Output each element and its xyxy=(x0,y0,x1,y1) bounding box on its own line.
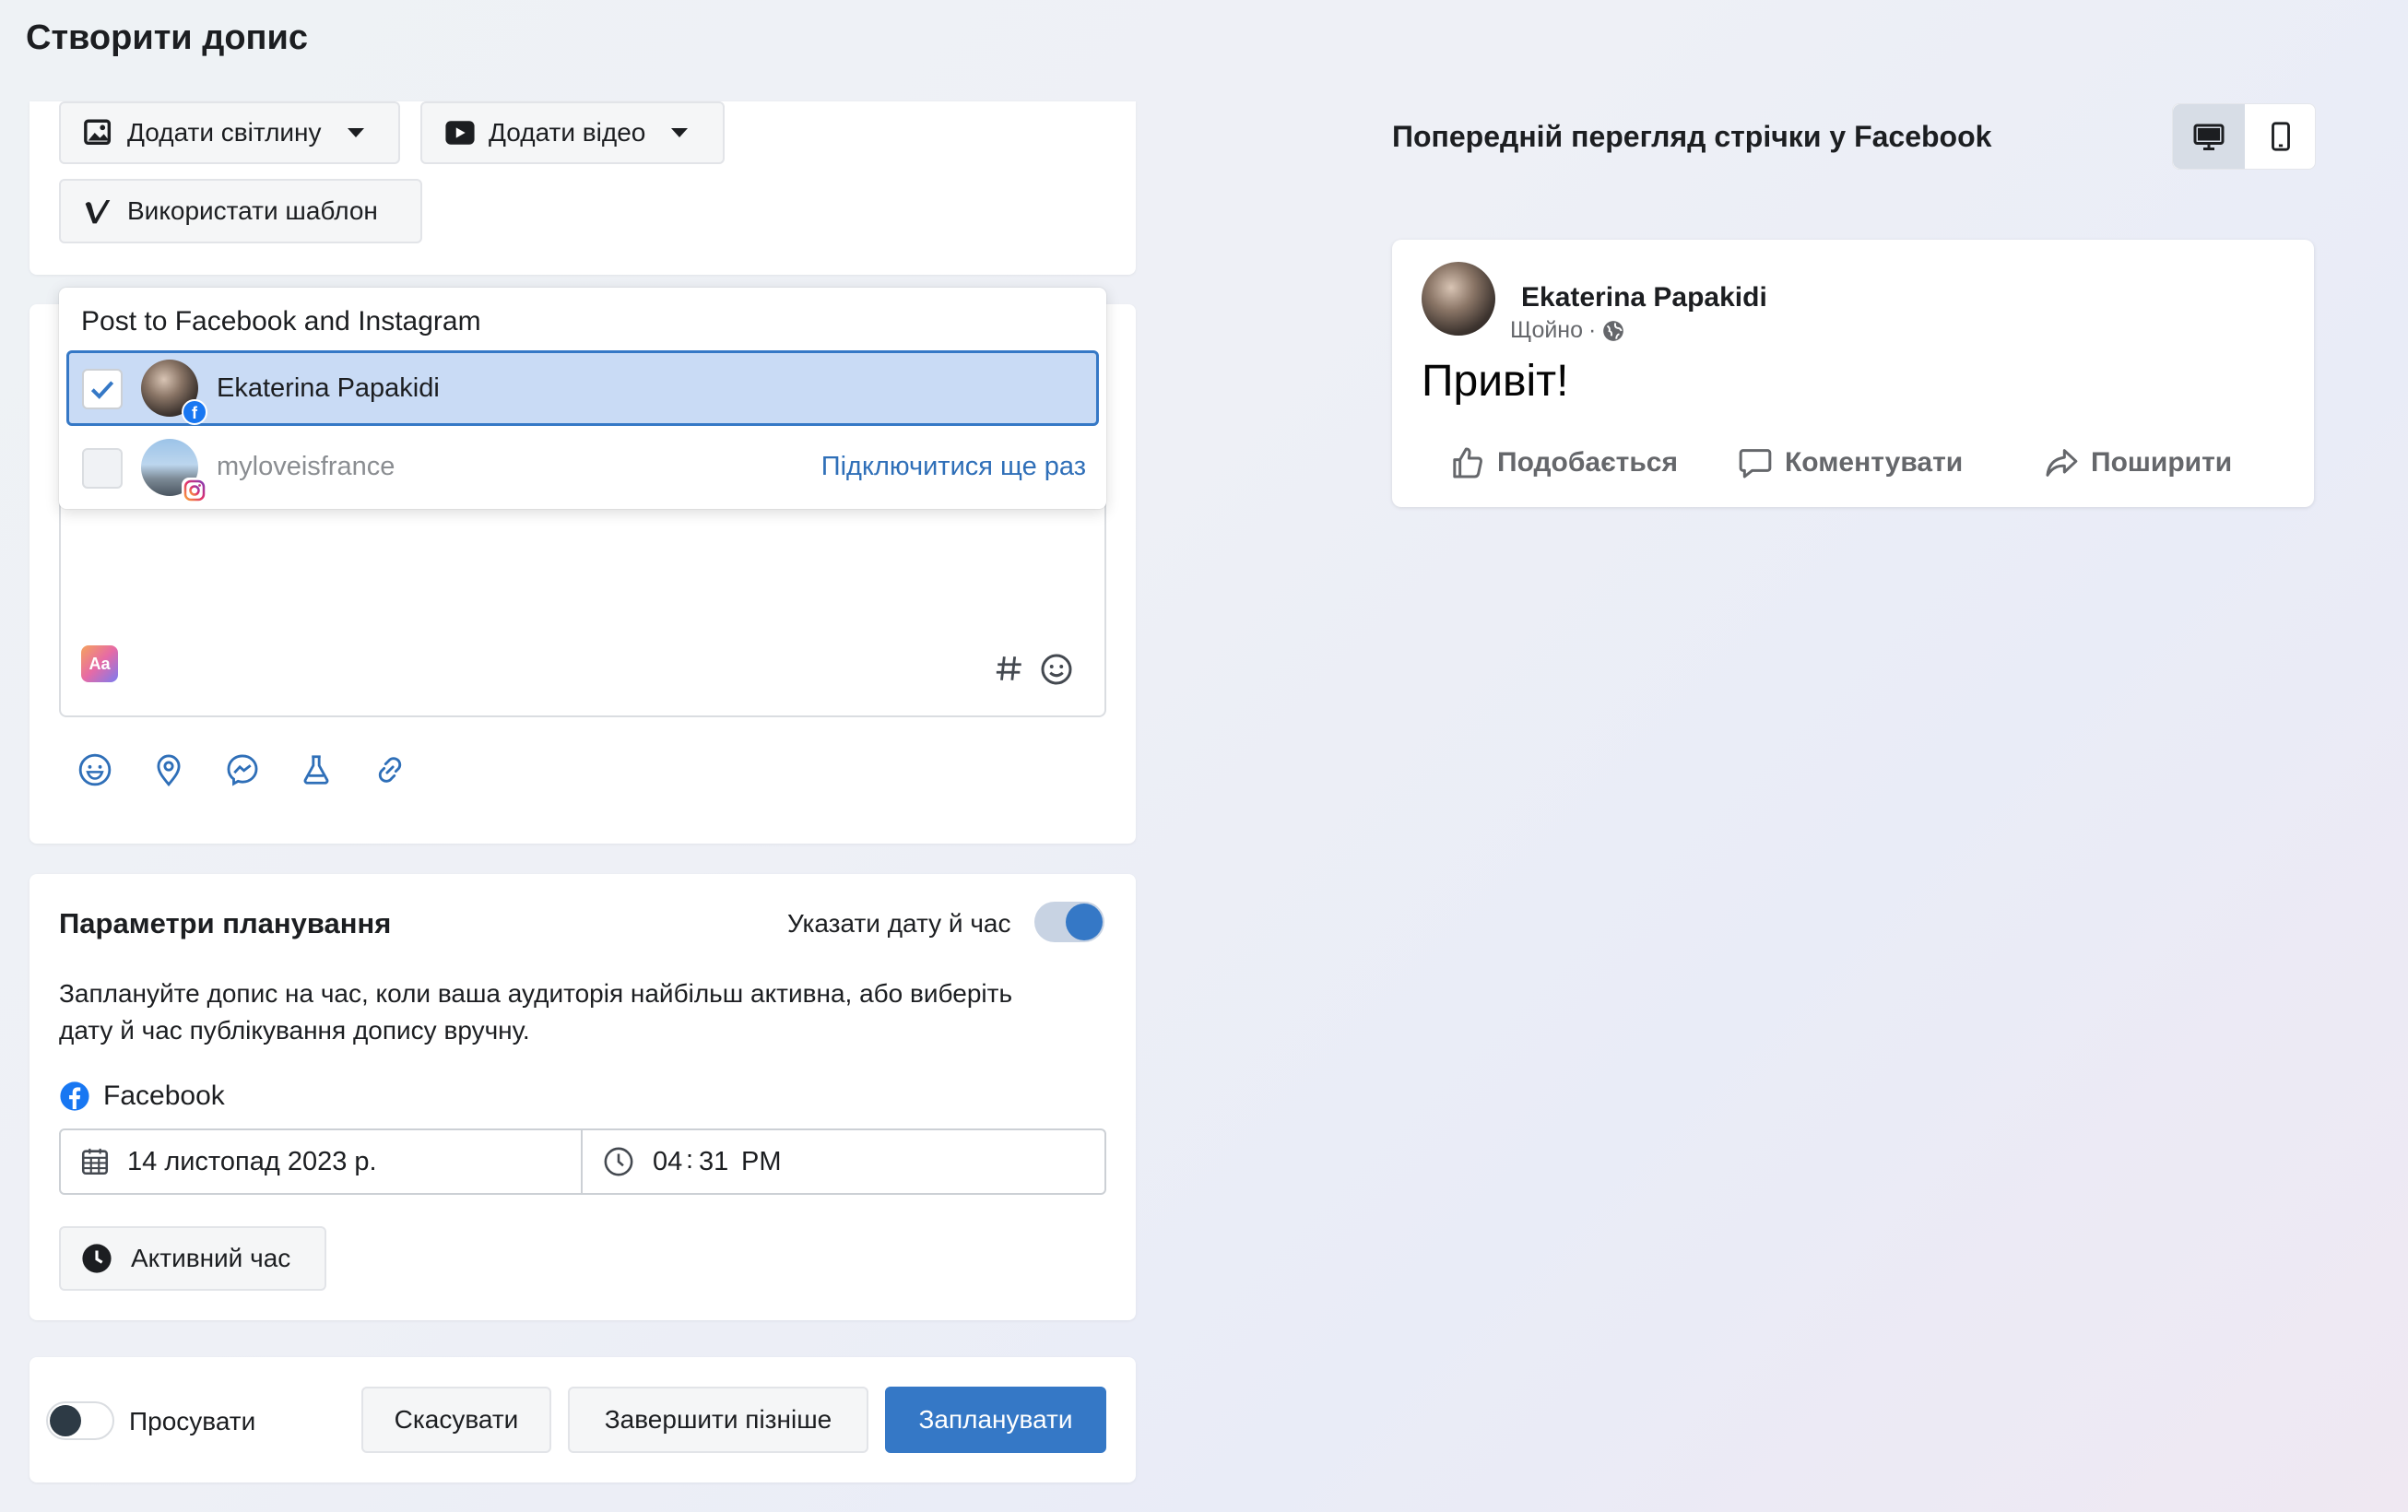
active-time-label: Активний час xyxy=(131,1244,291,1272)
time-colon: : xyxy=(686,1145,694,1175)
network-label: Facebook xyxy=(103,1081,225,1111)
post-timestamp[interactable]: Щойно xyxy=(1510,317,1583,344)
caret-down-icon xyxy=(671,128,689,137)
active-time-button[interactable]: Активний час xyxy=(59,1226,326,1291)
preview-title: Попередній перегляд стрічки у Facebook xyxy=(1392,120,1992,153)
post-text-area[interactable]: Aa xyxy=(59,494,1106,717)
comment-label: Коментувати xyxy=(1785,447,1964,478)
like-action[interactable]: Подобається xyxy=(1449,444,1678,481)
time-input[interactable]: 04 : 31 PM xyxy=(584,1130,1104,1193)
post-author[interactable]: Ekaterina Papakidi xyxy=(1521,282,1767,313)
use-template-label: Використати шаблон xyxy=(127,196,378,225)
video-icon xyxy=(445,121,475,145)
boost-toggle[interactable] xyxy=(46,1401,114,1440)
desktop-view-button[interactable] xyxy=(2173,104,2245,169)
use-template-button[interactable]: Використати шаблон xyxy=(59,179,422,243)
page-title: Створити допис xyxy=(26,18,309,57)
desktop-icon xyxy=(2193,124,2225,150)
location-icon[interactable] xyxy=(151,752,186,787)
date-time-field-group: 14 листопад 2023 р. 04 : 31 PM xyxy=(59,1128,1106,1195)
clock-filled-icon xyxy=(82,1244,112,1273)
device-switcher xyxy=(2172,103,2316,170)
toggle-knob xyxy=(50,1405,81,1436)
time-period[interactable]: PM xyxy=(741,1147,782,1177)
preview-post-card: Ekaterina Papakidi Щойно · Привіт! Подоб… xyxy=(1392,240,2314,507)
cancel-label: Скасувати xyxy=(394,1405,519,1434)
account-name: myloveisfrance xyxy=(217,452,395,481)
footer-card: Просувати Скасувати Завершити пізніше За… xyxy=(30,1357,1136,1482)
messenger-icon[interactable] xyxy=(225,752,260,787)
mobile-view-button[interactable] xyxy=(2245,104,2317,169)
share-action[interactable]: Поширити xyxy=(2043,444,2232,481)
time-hour[interactable]: 04 xyxy=(653,1147,682,1177)
like-label: Подобається xyxy=(1497,447,1678,478)
schedule-label: Запланувати xyxy=(918,1405,1073,1434)
clock-icon xyxy=(604,1147,633,1176)
add-video-label: Додати відео xyxy=(489,118,646,147)
specify-date-time-label: Указати дату й час xyxy=(787,909,1011,938)
date-input[interactable]: 14 листопад 2023 р. xyxy=(61,1130,583,1193)
finish-later-label: Завершити пізніше xyxy=(604,1405,832,1434)
account-row-instagram[interactable]: myloveisfrance Підключитися ще раз xyxy=(66,431,1099,503)
like-icon xyxy=(1453,447,1482,478)
scheduling-card: Параметри планування Указати дату й час … xyxy=(30,874,1136,1320)
comment-action[interactable]: Коментувати xyxy=(1737,444,1963,481)
add-photo-button[interactable]: Додати світлину xyxy=(59,101,400,164)
caret-down-icon xyxy=(347,128,364,137)
reconnect-link[interactable]: Підключитися ще раз xyxy=(821,452,1086,482)
post-to-dropdown: Post to Facebook and Instagram f Ekateri… xyxy=(59,288,1106,509)
post-text: Привіт! xyxy=(1422,357,1569,406)
account-row-facebook[interactable]: f Ekaterina Papakidi xyxy=(66,350,1099,426)
photo-icon xyxy=(84,119,112,146)
checkbox-checked[interactable] xyxy=(82,369,123,409)
avatar xyxy=(1422,262,1495,336)
specify-date-time-toggle[interactable] xyxy=(1034,902,1104,942)
lab-icon[interactable] xyxy=(299,752,334,787)
description-line-2: дату й час публікування допису вручну. xyxy=(59,1016,530,1045)
time-minute[interactable]: 31 xyxy=(699,1147,728,1177)
checkbox-unchecked[interactable] xyxy=(82,448,123,489)
finish-later-button[interactable]: Завершити пізніше xyxy=(568,1387,868,1453)
facebook-logo-icon xyxy=(60,1081,89,1111)
add-video-button[interactable]: Додати відео xyxy=(420,101,725,164)
instagram-badge-icon xyxy=(182,478,207,503)
post-meta: Щойно · xyxy=(1510,317,1625,344)
media-card: Додати світлину Додати відео Використати… xyxy=(30,101,1136,275)
calendar-icon xyxy=(81,1148,109,1175)
description-line-1: Заплануйте допис на час, коли ваша аудит… xyxy=(59,979,1013,1008)
link-icon[interactable] xyxy=(372,752,407,787)
comment-icon xyxy=(1739,449,1772,478)
template-icon xyxy=(85,200,111,224)
feeling-icon[interactable] xyxy=(77,752,112,787)
account-name: Ekaterina Papakidi xyxy=(217,373,440,403)
share-icon xyxy=(2046,449,2078,477)
globe-icon xyxy=(1603,320,1624,341)
mobile-icon xyxy=(2272,122,2290,151)
add-photo-label: Додати світлину xyxy=(127,118,322,147)
share-label: Поширити xyxy=(2091,447,2233,478)
toggle-knob xyxy=(1066,904,1103,940)
emoji-icon[interactable] xyxy=(1040,653,1073,686)
scheduling-description: Заплануйте допис на час, коли ваша аудит… xyxy=(59,975,1110,1049)
scheduling-title: Параметри планування xyxy=(59,907,392,939)
post-to-header: Post to Facebook and Instagram xyxy=(81,306,481,337)
facebook-badge-icon: f xyxy=(182,399,207,425)
schedule-button[interactable]: Запланувати xyxy=(885,1387,1106,1453)
text-format-icon[interactable]: Aa xyxy=(81,645,118,682)
meta-separator: · xyxy=(1588,317,1597,343)
hashtag-icon[interactable] xyxy=(994,653,1025,684)
checkmark-icon xyxy=(90,381,114,399)
date-value: 14 листопад 2023 р. xyxy=(127,1147,377,1176)
boost-label: Просувати xyxy=(129,1407,256,1435)
cancel-button[interactable]: Скасувати xyxy=(361,1387,551,1453)
